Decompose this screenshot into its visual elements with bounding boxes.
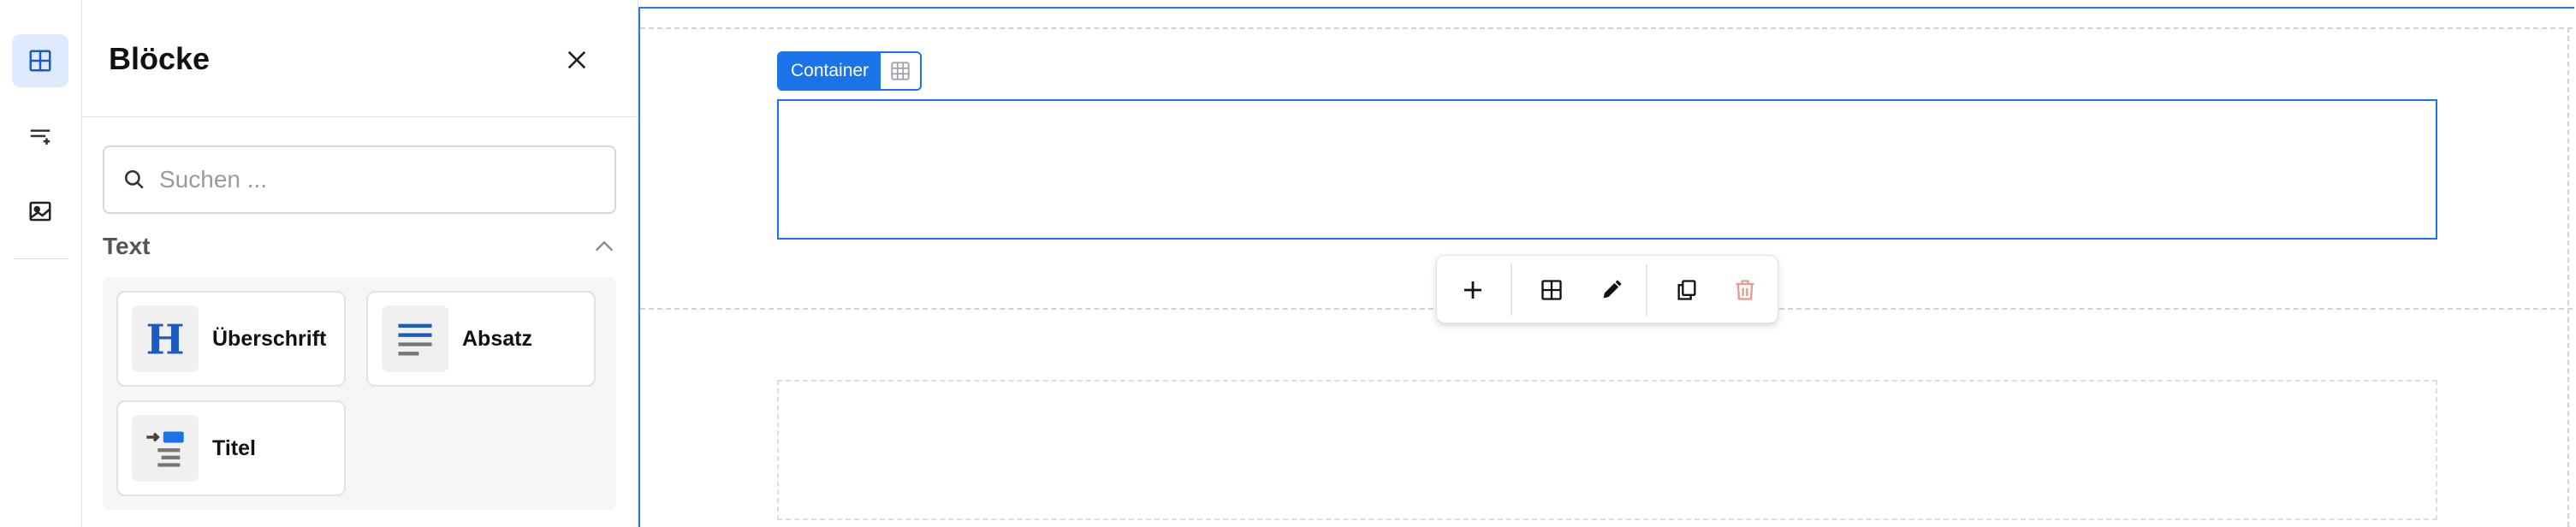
close-button[interactable] (558, 41, 596, 79)
copy-button[interactable] (1668, 271, 1706, 309)
chevron-up-icon[interactable] (592, 234, 616, 258)
section-outline (640, 27, 2573, 29)
panel-divider (82, 116, 638, 117)
edit-button[interactable] (1593, 271, 1630, 309)
search-icon (124, 169, 144, 189)
svg-text:H: H (145, 317, 184, 361)
edit-icon (1603, 280, 1622, 299)
grid-icon (1541, 280, 1562, 300)
block-list: H Überschrift Absatz Titel (103, 277, 616, 510)
toolbar-divider (1511, 264, 1512, 316)
panel-title: Blöcke (109, 41, 211, 76)
delete-icon (1736, 280, 1754, 300)
selected-container[interactable] (777, 99, 2437, 240)
rail-text-button[interactable] (12, 110, 68, 163)
paragraph-icon (382, 305, 448, 372)
add-icon (1464, 281, 1481, 299)
block-card-heading[interactable]: H Überschrift (116, 291, 346, 387)
container-tag-label: Container (779, 53, 881, 89)
rail-divider (14, 258, 68, 259)
block-card-paragraph[interactable]: Absatz (366, 291, 596, 387)
toolbar-divider (1646, 264, 1647, 316)
delete-button[interactable] (1726, 271, 1764, 309)
section-outline (2567, 27, 2569, 527)
icon-rail (0, 0, 82, 527)
layout-button[interactable] (1533, 271, 1570, 309)
rail-blocks-button[interactable] (12, 34, 68, 87)
block-label: Absatz (462, 326, 532, 351)
blocks-panel: Blöcke Suchen ... Text H Überschrift Abs… (82, 0, 638, 527)
block-label: Titel (212, 435, 256, 460)
title-icon (132, 415, 199, 482)
rail-media-button[interactable] (12, 185, 68, 238)
block-card-title[interactable]: Titel (116, 400, 346, 496)
block-toolbar (1436, 255, 1778, 323)
container-tag[interactable]: Container (777, 51, 923, 91)
add-button[interactable] (1454, 271, 1492, 309)
heading-icon: H (132, 305, 199, 372)
grid-icon (29, 50, 51, 72)
section-header-text[interactable]: Text (103, 229, 616, 264)
search-input[interactable]: Suchen ... (103, 145, 616, 214)
editor-canvas[interactable]: Container (638, 0, 2576, 527)
text-lines-icon (30, 129, 50, 145)
empty-container[interactable] (777, 380, 2437, 520)
section-title: Text (103, 233, 151, 259)
block-label: Überschrift (212, 326, 327, 351)
search-placeholder: Suchen ... (159, 166, 268, 192)
grid-icon[interactable] (881, 53, 921, 89)
image-icon (29, 201, 51, 222)
copy-icon (1677, 280, 1696, 300)
close-icon (567, 50, 586, 69)
